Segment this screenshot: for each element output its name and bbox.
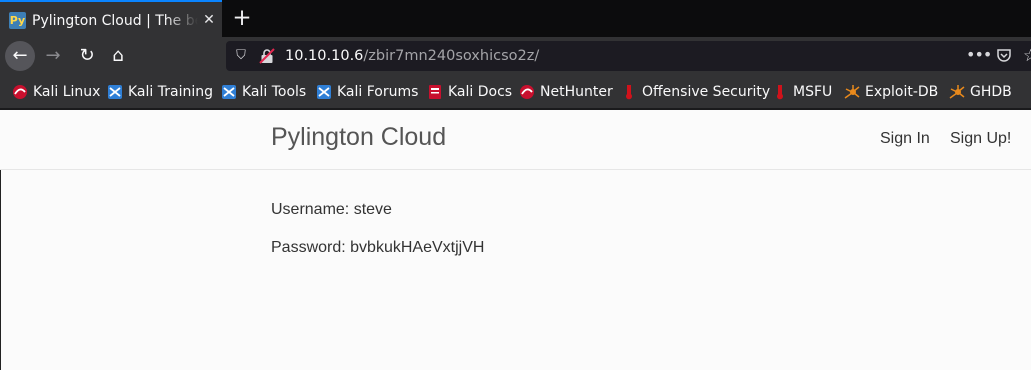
- bookmark-label: NetHunter: [540, 84, 613, 100]
- new-tab-button[interactable]: +: [230, 6, 254, 30]
- sign-up-link[interactable]: Sign Up!: [950, 129, 1011, 149]
- browser-tab-active[interactable]: Py Pylington Cloud | The best ✕: [0, 0, 222, 37]
- back-button[interactable]: ←: [5, 41, 35, 71]
- bookmark-label: GHDB: [970, 84, 1012, 100]
- bookmark-label: Kali Forums: [337, 84, 419, 100]
- bookmark-label: Offensive Security: [642, 84, 771, 100]
- bookmark-label: Kali Training: [128, 84, 213, 100]
- sign-in-link[interactable]: Sign In: [880, 129, 930, 149]
- bookmark-kali-tools[interactable]: Kali Tools: [221, 81, 306, 103]
- bookmark-kali-docs[interactable]: Kali Docs: [427, 81, 512, 103]
- exploit-db-icon: [844, 85, 860, 99]
- bookmark-ghdb[interactable]: GHDB: [949, 81, 1012, 103]
- ghdb-icon: [949, 85, 965, 99]
- msfu-icon: [777, 85, 783, 100]
- forward-button[interactable]: →: [38, 41, 68, 71]
- bookmark-label: Kali Tools: [242, 84, 307, 100]
- bookmark-label: Kali Docs: [448, 84, 513, 100]
- site-brand-link[interactable]: Pylington Cloud: [271, 122, 446, 152]
- bookmark-kali-linux[interactable]: Kali Linux: [12, 81, 100, 103]
- kali-forums-icon: [317, 85, 331, 99]
- kali-docs-icon: [429, 85, 441, 99]
- tab-title: Pylington Cloud | The best: [32, 13, 198, 29]
- bookmarks-toolbar: Kali Linux Kali Training Kali Tools Kali…: [0, 76, 1031, 108]
- bookmark-msfu[interactable]: MSFU: [772, 81, 832, 103]
- home-button[interactable]: ⌂: [103, 41, 133, 71]
- kali-tools-icon: [222, 85, 236, 99]
- bookmark-label: MSFU: [793, 84, 833, 100]
- bookmark-star-icon[interactable]: ☆: [1023, 45, 1031, 67]
- offsec-icon: [626, 85, 632, 100]
- bookmark-label: Kali Linux: [33, 84, 101, 100]
- reload-button[interactable]: ↻: [72, 41, 102, 71]
- page-actions-menu-icon[interactable]: •••: [966, 45, 992, 67]
- bookmark-exploit-db[interactable]: Exploit-DB: [844, 81, 938, 103]
- navigation-toolbar: ← → ↻ ⌂ ⛉ 10.10.10.6/zbir7mn240soxhicso2…: [0, 37, 1031, 76]
- url-bar[interactable]: ⛉ 10.10.10.6/zbir7mn240soxhicso2z/ ••• ☆: [226, 41, 1031, 71]
- kali-dragon-icon: [13, 85, 27, 99]
- password-text: Password: bvbkukHAeVxtjjVH: [271, 239, 485, 256]
- bookmark-label: Exploit-DB: [865, 84, 939, 100]
- web-page: Pylington Cloud Sign In Sign Up! Usernam…: [0, 110, 1031, 370]
- close-tab-icon[interactable]: ✕: [200, 11, 218, 29]
- tab-strip: Py Pylington Cloud | The best ✕ +: [0, 0, 1031, 37]
- url-host: 10.10.10.6: [285, 48, 364, 64]
- bookmark-kali-training[interactable]: Kali Training: [107, 81, 213, 103]
- tracking-protection-shield-icon[interactable]: ⛉: [234, 47, 248, 65]
- site-navbar: Pylington Cloud Sign In Sign Up!: [0, 110, 1031, 170]
- bookmark-kali-forums[interactable]: Kali Forums: [316, 81, 418, 103]
- insecure-connection-lock-icon[interactable]: [259, 48, 275, 64]
- username-text: Username: steve: [271, 201, 392, 218]
- nethunter-icon: [520, 85, 534, 99]
- bookmark-offensive-security[interactable]: Offensive Security: [621, 81, 770, 103]
- url-path: /zbir7mn240soxhicso2z/: [363, 48, 540, 64]
- python-favicon-icon: Py: [9, 12, 26, 29]
- bookmark-nethunter[interactable]: NetHunter: [519, 81, 613, 103]
- url-text[interactable]: 10.10.10.6/zbir7mn240soxhicso2z/: [285, 46, 539, 66]
- kali-training-icon: [108, 85, 122, 99]
- pocket-icon[interactable]: [996, 47, 1012, 63]
